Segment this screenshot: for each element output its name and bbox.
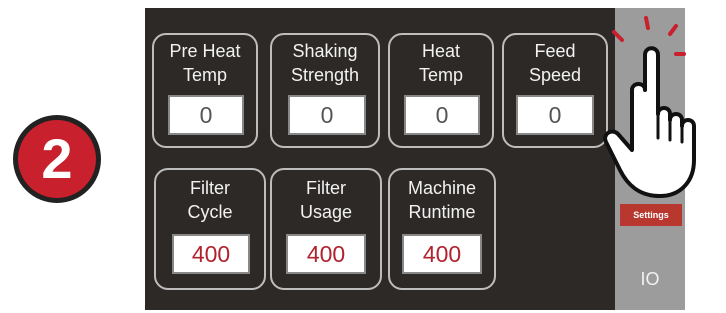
machine-runtime-tile[interactable]: Machine Runtime 400 (388, 168, 496, 290)
heat-temp-label: Heat Temp (418, 41, 463, 85)
filter-cycle-label: Filter Cycle (187, 178, 233, 222)
shaking-strength-tile[interactable]: Shaking Strength 0 (270, 33, 380, 148)
filter-usage-tile[interactable]: Filter Usage 400 (270, 168, 382, 290)
pre-heat-temp-value[interactable]: 0 (168, 95, 244, 135)
feed-speed-label: Feed Speed (528, 41, 582, 85)
pre-heat-temp-label: Pre Heat Temp (169, 41, 241, 85)
feed-speed-tile[interactable]: Feed Speed 0 (502, 33, 608, 148)
filter-usage-label: Filter Usage (299, 178, 353, 222)
filter-cycle-value[interactable]: 400 (172, 234, 250, 274)
step-number-badge: 2 (13, 115, 101, 203)
heat-temp-tile[interactable]: Heat Temp 0 (388, 33, 494, 148)
filter-usage-value[interactable]: 400 (286, 234, 366, 274)
step-number: 2 (18, 120, 96, 198)
hand-pointer-icon (603, 16, 696, 198)
heat-temp-value[interactable]: 0 (404, 95, 480, 135)
shaking-strength-value[interactable]: 0 (288, 95, 366, 135)
feed-speed-value[interactable]: 0 (516, 95, 594, 135)
filter-cycle-tile[interactable]: Filter Cycle 400 (154, 168, 266, 290)
machine-runtime-value[interactable]: 400 (402, 234, 482, 274)
settings-button[interactable]: Settings (620, 204, 682, 226)
shaking-strength-label: Shaking Strength (290, 41, 360, 85)
io-button[interactable]: IO (630, 266, 670, 292)
pre-heat-temp-tile[interactable]: Pre Heat Temp 0 (152, 33, 258, 148)
machine-runtime-label: Machine Runtime (407, 178, 477, 222)
